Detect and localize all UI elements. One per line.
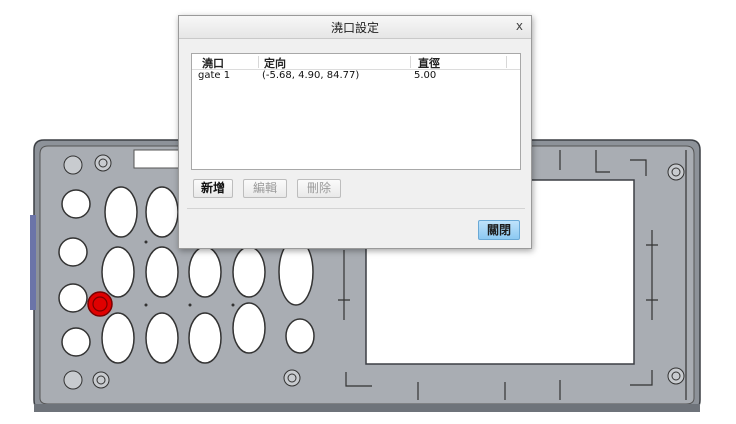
cell-gate-name: gate 1	[198, 70, 231, 81]
cell-orientation: (-5.68, 4.90, 84.77)	[262, 70, 360, 81]
dialog-titlebar[interactable]: 澆口設定 x	[179, 16, 531, 39]
column-divider	[410, 56, 411, 68]
close-button[interactable]: 關閉	[478, 220, 520, 240]
column-divider	[258, 56, 259, 68]
column-header-orientation[interactable]: 定向	[264, 55, 286, 71]
column-header-gate[interactable]: 澆口	[202, 55, 224, 71]
edit-button[interactable]: 編輯	[243, 179, 287, 198]
gate-list-header: 澆口 定向 直徑	[192, 55, 520, 70]
column-divider	[506, 56, 507, 68]
table-row[interactable]: gate 1 (-5.68, 4.90, 84.77) 5.00	[192, 70, 520, 83]
delete-button[interactable]: 刪除	[297, 179, 341, 198]
add-button[interactable]: 新增	[193, 179, 233, 198]
column-header-diameter[interactable]: 直徑	[418, 55, 440, 71]
close-icon[interactable]: x	[516, 19, 523, 33]
cell-diameter: 5.00	[414, 70, 437, 81]
divider	[187, 208, 525, 209]
dialog-title: 澆口設定	[330, 21, 379, 35]
gate-list[interactable]: 澆口 定向 直徑 gate 1 (-5.68, 4.90, 84.77) 5.0…	[191, 53, 521, 170]
gate-marker-icon[interactable]	[87, 291, 113, 317]
gate-settings-dialog: 澆口設定 x 澆口 定向 直徑 gate 1 (-5.68, 4.90, 84.…	[178, 15, 532, 249]
